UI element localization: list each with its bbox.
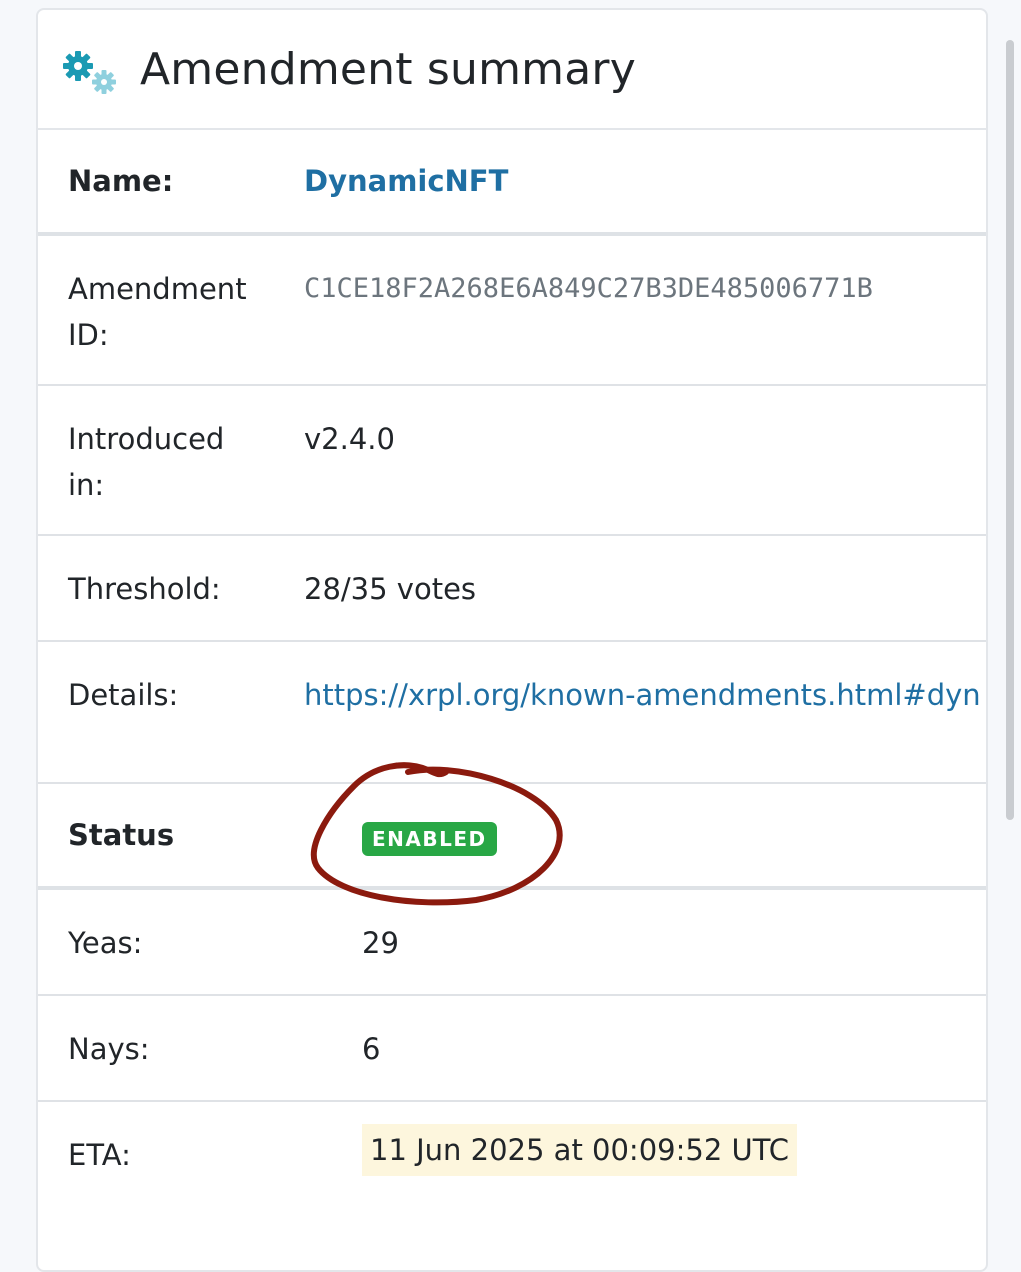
amendment-id-label: Amendment ID:	[68, 266, 247, 358]
details-label: Details:	[68, 678, 179, 712]
card-title: Amendment summary	[140, 44, 636, 95]
introduced-label: Introduced in:	[68, 416, 224, 508]
gears-icon	[63, 51, 116, 94]
amendment-id-row: Amendment ID: C1CE18F2A268E6A849C27B3DE4…	[38, 236, 986, 386]
eta-row: ETA: 11 Jun 2025 at 00:09:52 UTC	[38, 1102, 986, 1222]
eta-value: 11 Jun 2025 at 00:09:52 UTC	[362, 1124, 797, 1176]
status-badge: ENABLED	[362, 822, 497, 856]
details-link[interactable]: https://xrpl.org/known-amendments.html#d…	[304, 672, 981, 718]
amendment-id-label-line1: Amendment	[68, 272, 247, 306]
amendment-summary-card: Amendment summary Name: DynamicNFT Amend…	[36, 8, 988, 1272]
threshold-value: 28/35 votes	[304, 572, 477, 606]
introduced-row: Introduced in: v2.4.0	[38, 386, 986, 536]
amendment-name-link[interactable]: DynamicNFT	[304, 158, 508, 204]
introduced-label-line1: Introduced	[68, 422, 225, 456]
status-label: Status	[68, 818, 175, 852]
threshold-label: Threshold:	[68, 572, 221, 606]
name-row: Name: DynamicNFT	[38, 130, 986, 236]
yeas-label: Yeas:	[68, 926, 143, 960]
nays-value: 6	[362, 1032, 381, 1066]
yeas-row: Yeas: 29	[38, 890, 986, 996]
card-header: Amendment summary	[38, 10, 986, 130]
threshold-row: Threshold: 28/35 votes	[38, 536, 986, 642]
nays-row: Nays: 6	[38, 996, 986, 1102]
amendment-id-value: C1CE18F2A268E6A849C27B3DE485006771B	[304, 273, 873, 304]
eta-label: ETA:	[68, 1138, 131, 1172]
nays-label: Nays:	[68, 1032, 150, 1066]
yeas-value: 29	[362, 926, 399, 960]
details-row: Details: https://xrpl.org/known-amendmen…	[38, 642, 986, 784]
amendment-id-label-line2: ID:	[68, 318, 109, 352]
status-row: Status ENABLED	[38, 784, 986, 890]
introduced-value: v2.4.0	[304, 422, 395, 456]
page-scrollbar[interactable]	[1006, 40, 1014, 820]
introduced-label-line2: in:	[68, 468, 105, 502]
name-label: Name:	[68, 164, 174, 198]
